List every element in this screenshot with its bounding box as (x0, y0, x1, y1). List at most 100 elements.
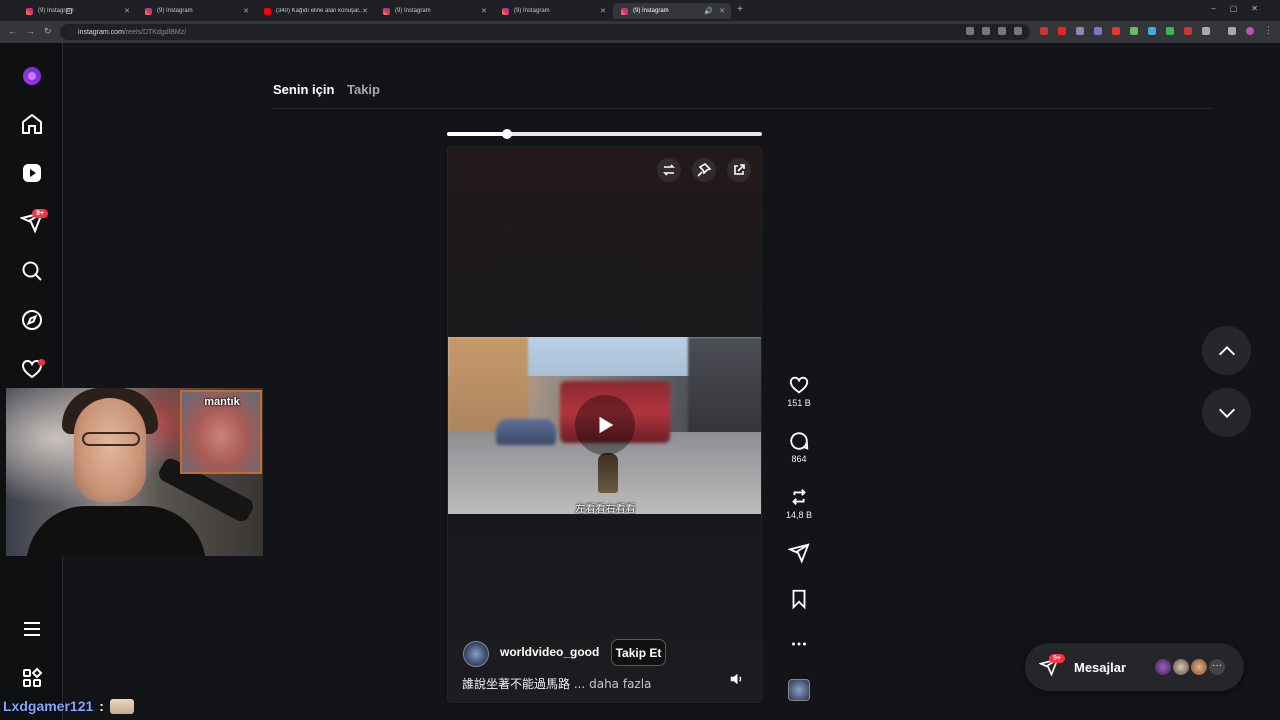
browser-tab-bar: (9) Instagram ✕ (9) Instagram ✕ (340) Ka… (0, 0, 1280, 21)
chevron-up-icon (1218, 345, 1235, 355)
video-subtitle: 左看看右看看 (575, 504, 636, 514)
browser-tab[interactable]: (340) Kağıdı eline alan konuşal... ✕ (256, 3, 374, 19)
home-icon[interactable] (20, 112, 44, 136)
sidepanel-icon[interactable] (1228, 27, 1236, 35)
url-host: instagram.com (78, 28, 124, 36)
share-action[interactable] (784, 542, 814, 564)
explore-icon[interactable] (20, 308, 44, 332)
share-external-button[interactable] (727, 158, 751, 182)
more-apps-icon[interactable] (20, 666, 44, 690)
like-action[interactable]: 151 B (784, 374, 814, 408)
extension-icon[interactable] (1040, 27, 1048, 35)
speaker-icon[interactable]: 🔊 (704, 7, 713, 15)
save-action[interactable] (784, 588, 814, 610)
cast-icon[interactable] (982, 27, 990, 35)
browser-tab[interactable]: (9) Instagram ✕ (137, 3, 255, 19)
video-rider (598, 453, 618, 493)
zoom-icon[interactable] (998, 27, 1006, 35)
instagram-icon (383, 7, 390, 15)
reel-progress-bar[interactable] (447, 129, 762, 139)
close-icon[interactable]: ✕ (481, 7, 487, 15)
window-controls[interactable]: –▢✕ (1211, 4, 1272, 13)
avatar (1189, 657, 1209, 677)
extension-icon[interactable] (1184, 27, 1192, 35)
reel-video[interactable]: 左看看右看看 (448, 337, 761, 514)
search-icon[interactable] (20, 259, 44, 283)
previous-reel-button[interactable] (1202, 326, 1251, 375)
extension-icon[interactable] (1166, 27, 1174, 35)
play-button[interactable] (575, 395, 635, 455)
play-icon (599, 416, 614, 434)
instagram-icon (621, 7, 628, 15)
menu-kebab-icon[interactable]: ⋮ (1264, 25, 1273, 35)
follow-button[interactable]: Takip Et (611, 639, 666, 666)
repeat-icon (663, 164, 675, 176)
close-icon[interactable]: ✕ (124, 7, 130, 15)
original-audio-thumbnail[interactable] (788, 679, 810, 701)
reel-caption: 誰說坐著不能過馬路 ... daha fazla (462, 675, 651, 692)
browser-tab[interactable]: (9) Instagram ✕ (494, 3, 612, 19)
youtube-icon (264, 7, 271, 15)
webcam-person-face (74, 398, 146, 502)
more-horizontal-icon[interactable] (788, 633, 810, 655)
open-external-icon (734, 164, 745, 175)
reels-icon[interactable] (20, 161, 44, 185)
repost-icon[interactable] (788, 486, 810, 508)
extension-icon[interactable] (1148, 27, 1156, 35)
site-info-icon[interactable] (66, 8, 72, 14)
more-action[interactable] (784, 633, 814, 655)
back-icon[interactable]: ← (8, 26, 17, 36)
instagram-icon (26, 7, 33, 15)
caption-text: 誰說坐著不能過馬路 (462, 677, 571, 691)
extension-icon[interactable] (1094, 27, 1102, 35)
tab-following[interactable]: Takip (347, 82, 380, 97)
forward-icon[interactable]: → (26, 26, 35, 36)
menu-hamburger-icon[interactable] (20, 617, 44, 641)
chat-emote-icon (109, 698, 134, 714)
reload-icon[interactable]: ↻ (44, 26, 52, 37)
reel-player[interactable]: 左看看右看看 worldvideo_good Takip Et 誰說坐著不能過馬… (447, 146, 762, 703)
tab-title: (9) Instagram (395, 8, 431, 14)
repost-count: 14,8 B (785, 510, 813, 520)
instagram-logo-icon[interactable] (20, 64, 44, 88)
volume-icon[interactable] (727, 670, 745, 688)
close-icon[interactable]: ✕ (600, 7, 606, 15)
close-icon[interactable]: ✕ (362, 7, 368, 15)
bookmark-star-icon[interactable] (1014, 27, 1022, 35)
extension-icon[interactable] (1076, 27, 1084, 35)
instagram-icon (502, 7, 509, 15)
author-username[interactable]: worldvideo_good (500, 645, 599, 659)
author-avatar[interactable] (463, 641, 489, 667)
remix-button[interactable] (657, 158, 681, 182)
repost-action[interactable]: 14,8 B (784, 486, 814, 520)
chevron-down-icon (1218, 408, 1235, 418)
browser-tab-active[interactable]: (9) Instagram 🔊 ✕ (613, 3, 731, 19)
close-icon[interactable]: ✕ (243, 7, 249, 15)
bookmark-icon[interactable] (788, 588, 810, 610)
tab-for-you[interactable]: Senin için (273, 82, 334, 97)
send-share-icon[interactable] (788, 542, 810, 564)
next-reel-button[interactable] (1202, 388, 1251, 437)
extension-icon[interactable] (1058, 27, 1066, 35)
extensions-puzzle-icon[interactable] (1202, 27, 1210, 35)
profile-avatar-icon[interactable] (1246, 27, 1254, 35)
reel-progress-knob[interactable] (501, 129, 512, 139)
close-icon[interactable]: ✕ (719, 7, 725, 15)
messages-pill[interactable]: 9+ Mesajlar ··· (1025, 643, 1244, 691)
inset-caption: mantık (204, 396, 240, 408)
new-tab-icon[interactable]: + (737, 4, 743, 15)
browser-tab[interactable]: (9) Instagram ✕ (375, 3, 493, 19)
comment-action[interactable]: 864 (784, 430, 814, 464)
tab-title: (340) Kağıdı eline alan konuşal... (276, 8, 362, 14)
heart-icon[interactable] (788, 374, 810, 396)
address-bar[interactable]: instagram.com/reels/DTKdgdlBMz/ (60, 24, 1030, 40)
pin-button[interactable] (692, 158, 716, 182)
extension-icon[interactable] (1130, 27, 1138, 35)
webcam-inset-image: mantık (180, 390, 262, 474)
caption-more-link[interactable]: ... daha fazla (574, 677, 652, 691)
tab-title: (9) Instagram (633, 8, 669, 14)
translate-icon[interactable] (966, 27, 974, 35)
comment-icon[interactable] (788, 430, 810, 452)
extension-icon[interactable] (1112, 27, 1120, 35)
browser-tab[interactable]: (9) Instagram ✕ (18, 3, 136, 19)
